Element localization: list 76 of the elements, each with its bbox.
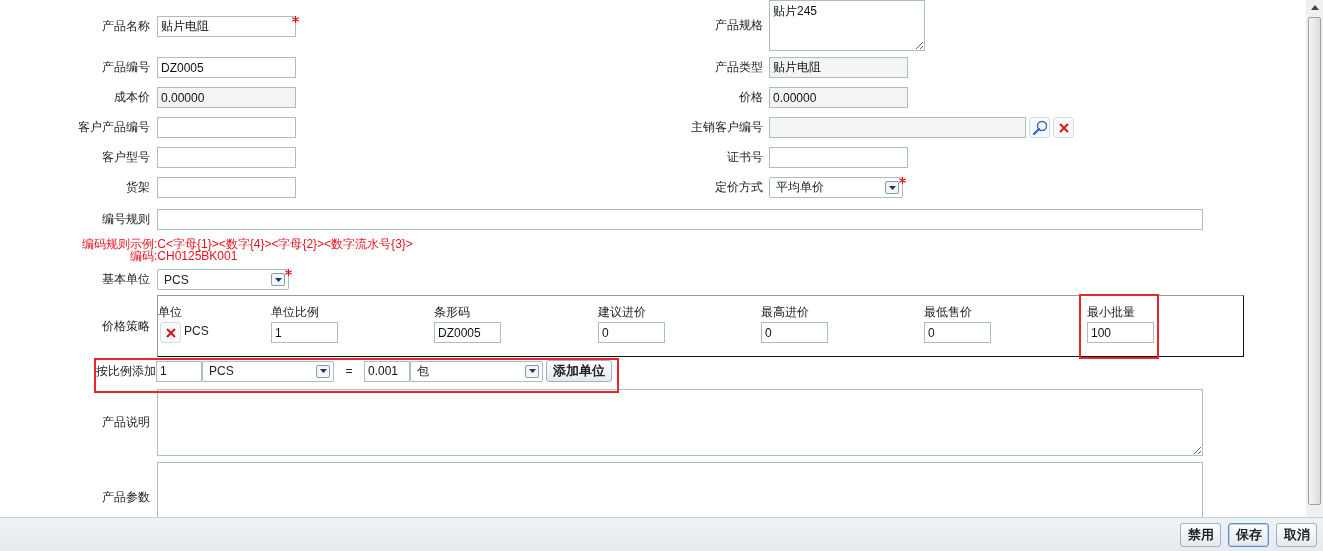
field-label: 按比例添加 [96, 362, 156, 380]
input-field[interactable]: 贴片电阻 [769, 57, 908, 78]
scroll-thumb[interactable] [1308, 17, 1321, 505]
input-field[interactable]: 0.00000 [157, 87, 296, 108]
input-field[interactable]: 100 [1087, 322, 1154, 343]
field-label: 客户型号 [101, 149, 150, 166]
input-field[interactable] [769, 117, 1026, 138]
field-label: 定价方式 [714, 179, 763, 196]
field-label: 基本单位 [101, 271, 150, 288]
field-label: 货架 [125, 179, 150, 196]
field-label: 产品说明 [101, 414, 150, 431]
column-header: 最低售价 [924, 304, 972, 320]
caret-icon [274, 277, 282, 282]
input-field[interactable]: 贴片电阻 [157, 15, 296, 37]
footer-button[interactable]: 保存 [1228, 522, 1269, 547]
text-area[interactable] [157, 462, 1203, 517]
equals-sign: = [344, 364, 354, 378]
select-field[interactable]: 包 [410, 360, 543, 382]
column-header: 单位比例 [271, 304, 319, 320]
select-field[interactable]: PCS [157, 269, 289, 290]
input-field[interactable] [157, 209, 1203, 230]
input-field[interactable]: DZ0005 [157, 57, 296, 78]
field-label: 产品名称 [101, 17, 150, 35]
hint-text: 编码:CH0125BK001 [130, 250, 238, 262]
dropdown-button[interactable] [316, 364, 330, 378]
caret-icon [528, 369, 536, 373]
field-label: 产品类型 [714, 59, 763, 76]
field-label: 证书号 [726, 149, 763, 166]
column-header: 条形码 [434, 304, 470, 320]
scroll-up-icon[interactable] [1310, 5, 1319, 10]
close-icon [165, 327, 176, 338]
input-field[interactable]: 0 [761, 322, 828, 343]
footer-button[interactable]: 禁用 [1180, 522, 1221, 547]
column-header: 最小批量 [1087, 304, 1135, 320]
caret-icon [888, 185, 896, 190]
input-field[interactable] [157, 177, 296, 198]
hint-text: 编码规则示例:C<字母{1}><数字{4}><字母{2}><数字流水号{3}> [82, 238, 414, 250]
input-field[interactable] [157, 147, 296, 168]
input-field[interactable]: 1 [156, 360, 202, 382]
input-field[interactable]: 0 [598, 322, 665, 343]
delete-button[interactable] [160, 322, 181, 343]
input-field[interactable]: 0 [924, 322, 991, 343]
text-area[interactable]: 贴片245 [769, 0, 925, 51]
footer-button[interactable]: 取消 [1276, 522, 1317, 547]
field-label: 主销客户编号 [690, 119, 763, 136]
search-button[interactable] [1029, 117, 1050, 138]
field-label: 产品编号 [101, 59, 150, 76]
field-label: 编号规则 [101, 211, 150, 228]
field-label: 价格 [738, 89, 763, 106]
field-label: 产品参数 [101, 489, 150, 506]
add-unit-button[interactable]: 添加单位 [546, 360, 612, 382]
field-label: 价格策略 [101, 317, 150, 335]
scrollbar[interactable] [1306, 0, 1323, 517]
field-label: 成本价 [113, 89, 150, 106]
input-field[interactable]: 1 [271, 322, 338, 343]
unit-name: PCS [184, 324, 209, 338]
input-field[interactable]: 0.00000 [769, 87, 908, 108]
close-icon [1058, 122, 1069, 133]
input-field[interactable]: DZ0005 [434, 322, 501, 343]
caret-icon [319, 369, 327, 373]
field-label: 客户产品编号 [77, 119, 150, 136]
column-header: 建议进价 [598, 304, 646, 320]
search-icon [1031, 119, 1048, 136]
select-field[interactable]: PCS [202, 360, 334, 382]
dropdown-button[interactable] [271, 273, 285, 286]
field-label: 产品规格 [714, 17, 763, 34]
input-field[interactable] [769, 147, 908, 168]
column-header: 最高进价 [761, 304, 809, 320]
text-area[interactable] [157, 389, 1203, 456]
dropdown-button[interactable] [885, 181, 899, 194]
clear-button[interactable] [1053, 117, 1074, 138]
column-header: 单位 [158, 304, 182, 320]
dropdown-button[interactable] [525, 364, 539, 378]
input-field[interactable] [157, 117, 296, 138]
input-field[interactable]: 0.001 [364, 360, 410, 382]
select-field[interactable]: 平均单价 [769, 177, 903, 198]
